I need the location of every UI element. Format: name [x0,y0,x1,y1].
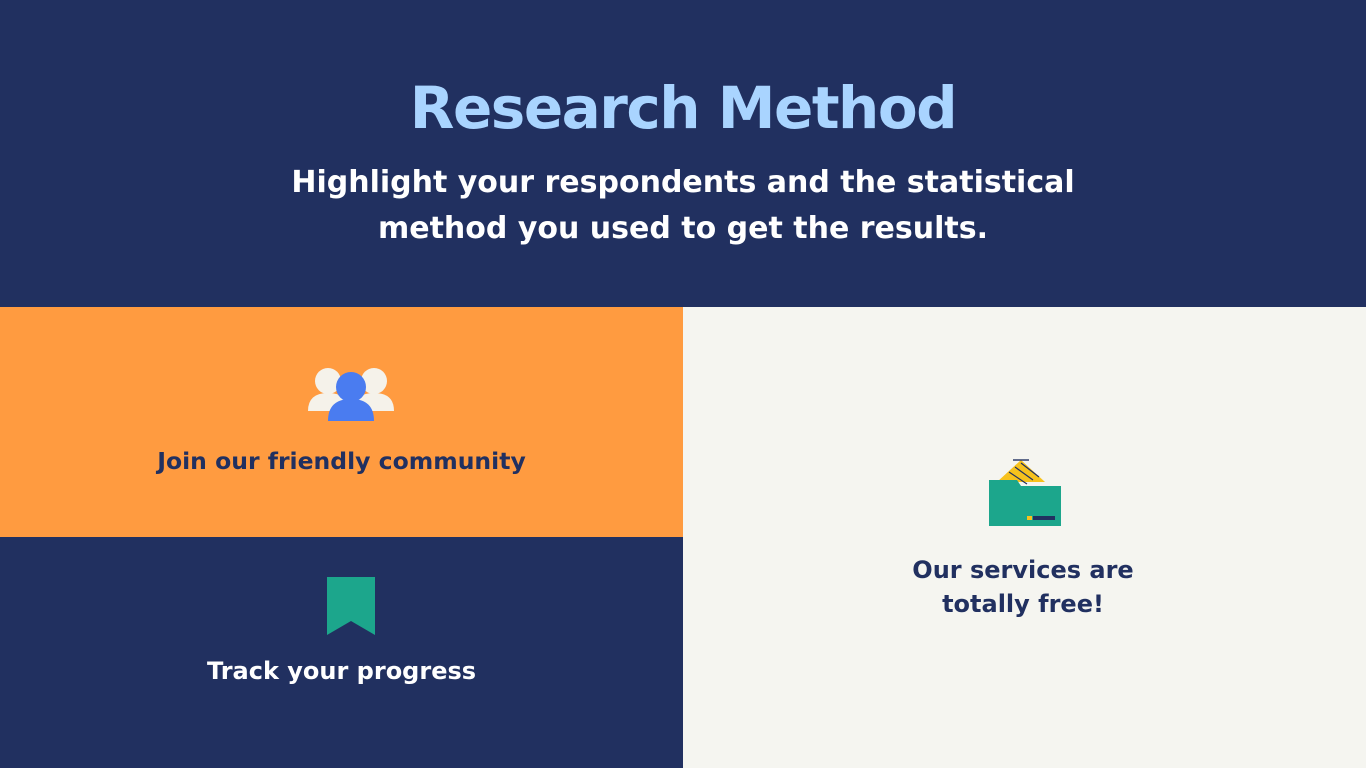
header-section: Research Method Highlight your responden… [0,0,1366,307]
community-panel: Join our friendly community [0,307,683,537]
wallet-icon [989,459,1061,526]
progress-label: Track your progress [206,657,477,685]
community-label: Join our friendly community [157,447,526,475]
users-icon [308,368,394,421]
page-title: Research Method [409,74,958,142]
progress-panel: Track your progress [0,537,683,768]
page-subtitle: Highlight your respondents and the stati… [291,165,1075,246]
bookmark-icon [327,577,375,635]
services-panel: Our services are totally free! [683,307,1366,768]
services-label: Our services are totally free! [912,556,1134,618]
slide: Research Method Highlight your responden… [0,0,1366,768]
